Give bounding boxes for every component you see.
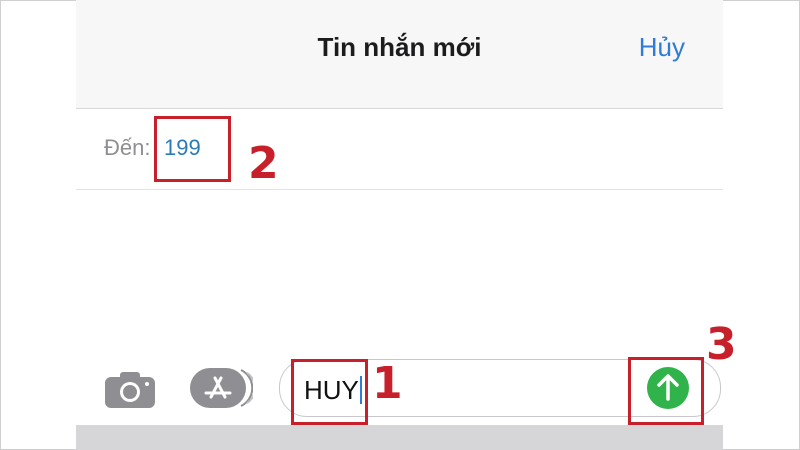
navigation-bar: Tin nhắn mới Hủy	[76, 0, 723, 109]
keyboard-top-edge	[76, 425, 723, 450]
annotation-box-message	[291, 359, 368, 425]
annotation-number-3: 3	[706, 319, 737, 370]
cancel-button[interactable]: Hủy	[639, 32, 685, 63]
camera-icon[interactable]	[104, 371, 156, 409]
page-title: Tin nhắn mới	[317, 32, 482, 62]
recipient-label: Đến:	[104, 135, 151, 160]
app-store-icon[interactable]	[189, 367, 253, 409]
annotation-box-send	[628, 357, 704, 425]
annotation-number-2: 2	[248, 138, 279, 189]
annotation-number-1: 1	[372, 358, 403, 409]
annotation-box-recipient	[154, 116, 231, 182]
